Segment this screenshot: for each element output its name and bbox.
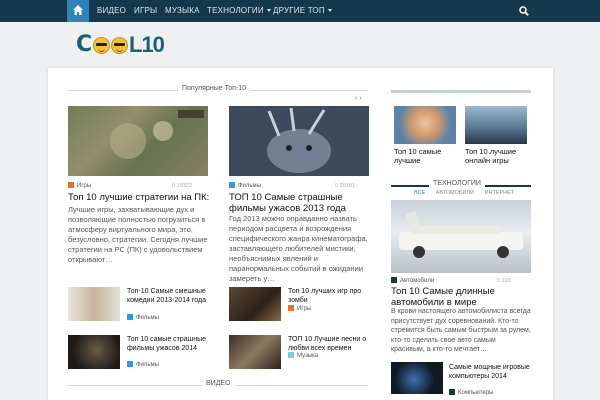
tech-small-title[interactable]: Самые мощные игровые компьютеры 2014 bbox=[449, 363, 531, 381]
nav-item-other-top[interactable]: ДРУГИЕ ТОП bbox=[273, 6, 332, 15]
strategy-game-illustration bbox=[68, 106, 208, 176]
small-post-image[interactable] bbox=[68, 287, 120, 321]
category-marker bbox=[449, 389, 455, 395]
featured-post-image[interactable] bbox=[229, 106, 369, 176]
horror-movie-illustration bbox=[229, 106, 369, 176]
slider-arrows[interactable]: ‹ › bbox=[355, 95, 362, 102]
small-post-title[interactable]: Топ 10 лучших игр про зомби bbox=[288, 287, 378, 305]
featured-post-category-label: Фильмы bbox=[238, 183, 261, 189]
tech-featured-category-label: Автомобили bbox=[400, 278, 435, 284]
small-post-category[interactable]: Музыка bbox=[288, 352, 318, 359]
site-logo[interactable]: C L10 bbox=[76, 34, 196, 56]
category-marker bbox=[229, 182, 235, 188]
tech-tabs: ВСЕ АВТОМОБИЛИ ИНТЕРНЕТ bbox=[414, 190, 523, 196]
featured-post-category[interactable]: Игры bbox=[68, 182, 91, 189]
featured-post-title[interactable]: Топ 10 лучшие стратегии на ПК: bbox=[68, 192, 213, 203]
top-navigation: ВИДЕО ИГРЫ МУЗЫКА ТЕХНОЛОГИИ ДРУГИЕ ТОП bbox=[0, 0, 600, 22]
section-tech-header: ТЕХНОЛОГИИ bbox=[391, 180, 531, 190]
nav-item-technologies[interactable]: ТЕХНОЛОГИИ bbox=[207, 6, 271, 15]
sidebar-post-title[interactable]: Топ 10 лучшие онлайн игры bbox=[465, 147, 531, 165]
nav-item-technologies-label: ТЕХНОЛОГИИ bbox=[207, 6, 264, 15]
category-marker bbox=[391, 277, 397, 283]
logo-text: L10 bbox=[129, 32, 165, 57]
search-icon[interactable] bbox=[519, 6, 529, 16]
small-post-category-label: Игры bbox=[297, 306, 312, 312]
small-post-title[interactable]: Топ 10 самые страшные фильмы ужасов 2014 bbox=[127, 335, 217, 353]
small-post-category-label: Фильмы bbox=[136, 315, 159, 321]
category-marker bbox=[288, 352, 294, 358]
tech-small-category-label: Компьютеры bbox=[458, 390, 494, 396]
home-button[interactable] bbox=[67, 0, 89, 22]
small-post-category-label: Музыка bbox=[297, 353, 319, 359]
nav-item-video[interactable]: ВИДЕО bbox=[97, 6, 126, 15]
tab-all[interactable]: ВСЕ bbox=[414, 190, 425, 196]
small-post-title[interactable]: Топ-10 Самые смешные комедии 2013-2014 г… bbox=[127, 287, 217, 305]
category-marker bbox=[127, 314, 133, 320]
small-post-image[interactable] bbox=[229, 287, 281, 321]
sidebar-post-image[interactable] bbox=[465, 106, 527, 144]
small-post-category[interactable]: Фильмы bbox=[127, 361, 159, 368]
home-icon bbox=[73, 5, 83, 15]
nav-item-games[interactable]: ИГРЫ bbox=[134, 6, 157, 15]
sidebar-post-image[interactable] bbox=[394, 106, 456, 144]
featured-post-image[interactable] bbox=[68, 106, 208, 176]
featured-post-excerpt: Год 2013 можно оправданно назвать период… bbox=[229, 214, 368, 283]
small-post-category-label: Фильмы bbox=[136, 362, 159, 368]
logo-letter-c: C bbox=[76, 32, 93, 57]
featured-post-meta: 0 20181 bbox=[335, 183, 355, 189]
logo-smiley-icon bbox=[93, 37, 110, 54]
limousine-illustration bbox=[399, 210, 523, 258]
section-video-title: ВИДЕО bbox=[202, 380, 235, 387]
tab-cars[interactable]: АВТОМОБИЛИ bbox=[436, 190, 474, 196]
tab-internet[interactable]: ИНТЕРНЕТ bbox=[485, 190, 515, 196]
tech-featured-meta: 0 103 bbox=[497, 278, 511, 284]
nav-item-music[interactable]: МУЗЫКА bbox=[165, 6, 200, 15]
section-popular-title: Популярные Топ-10 bbox=[178, 85, 251, 92]
sidebar-divider bbox=[391, 90, 531, 93]
section-tech-title: ТЕХНОЛОГИИ bbox=[429, 180, 485, 187]
featured-post-meta: 0 19322 bbox=[172, 183, 192, 189]
featured-post-category-label: Игры bbox=[77, 183, 92, 189]
category-marker bbox=[288, 305, 294, 311]
sidebar-post-title[interactable]: Топ 10 самые лучшие bbox=[394, 147, 460, 165]
tech-small-image[interactable] bbox=[391, 362, 443, 394]
featured-post-category[interactable]: Фильмы bbox=[229, 182, 261, 189]
chevron-down-icon bbox=[266, 9, 271, 13]
category-marker bbox=[127, 361, 133, 367]
tech-small-category[interactable]: Компьютеры bbox=[449, 389, 493, 396]
small-post-image[interactable] bbox=[229, 335, 281, 369]
nav-item-other-top-label: ДРУГИЕ ТОП bbox=[273, 6, 325, 15]
small-post-title[interactable]: ТОП 10 Лучшие песни о любви всех времен bbox=[288, 335, 378, 353]
small-post-category[interactable]: Фильмы bbox=[127, 314, 159, 321]
category-marker bbox=[68, 182, 74, 188]
featured-post-title[interactable]: ТОП 10 Самые страшные фильмы ужасов 2013… bbox=[229, 192, 374, 214]
section-popular-header: Популярные Топ-10 bbox=[68, 85, 368, 95]
tech-featured-category[interactable]: Автомобили bbox=[391, 277, 434, 284]
tech-featured-image[interactable] bbox=[391, 200, 531, 273]
logo-smiley-icon bbox=[111, 37, 128, 54]
section-video-header: ВИДЕО bbox=[68, 380, 368, 390]
chevron-down-icon bbox=[327, 9, 332, 13]
tech-featured-excerpt: В крови настоящего автомобилиста всегда … bbox=[391, 308, 531, 353]
small-post-category[interactable]: Игры bbox=[288, 305, 311, 312]
featured-post-excerpt: Лучшие игры, захватывающие дух и позволя… bbox=[68, 205, 208, 264]
small-post-image[interactable] bbox=[68, 335, 120, 369]
tech-featured-title[interactable]: Топ 10 Самые длинные автомобили в мире bbox=[391, 286, 531, 308]
